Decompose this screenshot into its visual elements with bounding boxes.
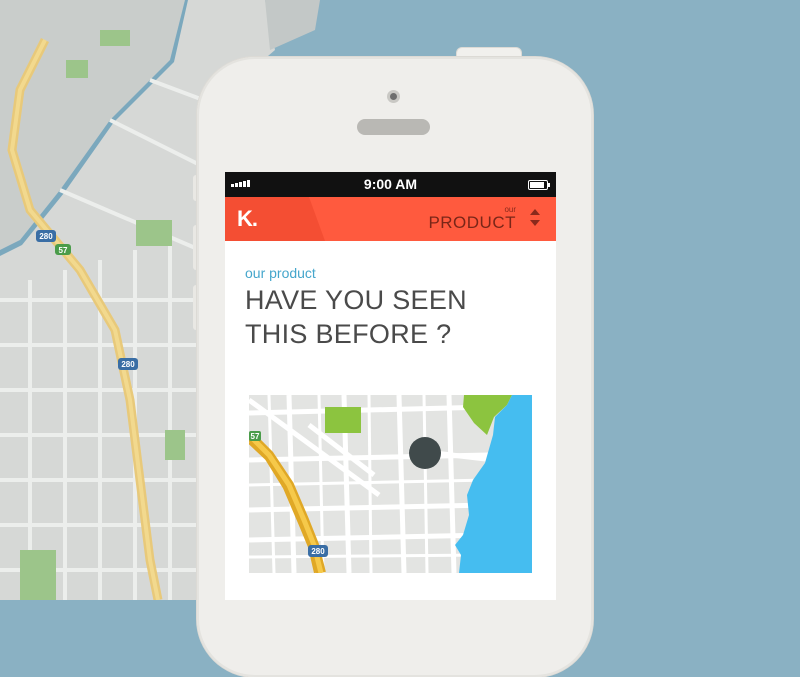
battery-icon: [528, 180, 550, 190]
map-card[interactable]: 280 57: [249, 395, 532, 573]
svg-text:280: 280: [39, 232, 53, 241]
svg-text:57: 57: [59, 246, 68, 255]
phone-speaker: [357, 119, 430, 135]
svg-text:57: 57: [251, 432, 260, 441]
bg-highway-badge-2: 57: [55, 244, 71, 255]
map-highway-badge-1: 280: [308, 545, 328, 557]
phone-screen: 9:00 AM K. our PRODUCT our product HAVE …: [225, 172, 556, 600]
app-logo[interactable]: K.: [237, 206, 258, 232]
nav-section-selector[interactable]: PRODUCT: [428, 213, 516, 233]
map-highway-badge-2: 57: [249, 431, 261, 441]
status-bar: 9:00 AM: [225, 172, 556, 197]
nav-down-arrow-icon[interactable]: [530, 220, 540, 226]
nav-up-arrow-icon[interactable]: [530, 209, 540, 215]
content-area: our product HAVE YOU SEEN THIS BEFORE ?: [225, 241, 556, 351]
bg-highway-badge-1: 280: [36, 230, 56, 242]
section-eyebrow: our product: [245, 265, 316, 281]
svg-text:280: 280: [311, 547, 325, 556]
section-headline: HAVE YOU SEEN THIS BEFORE ?: [245, 285, 467, 349]
phone-camera: [387, 90, 400, 103]
map-location-marker[interactable]: [409, 437, 441, 469]
status-time: 9:00 AM: [363, 176, 418, 192]
map-image: 280 57: [249, 395, 532, 573]
nav-up-down-arrows-icon[interactable]: [530, 209, 542, 229]
svg-text:280: 280: [121, 360, 135, 369]
bg-highway-badge-3: 280: [118, 358, 138, 370]
app-bar: K. our PRODUCT: [225, 197, 556, 241]
